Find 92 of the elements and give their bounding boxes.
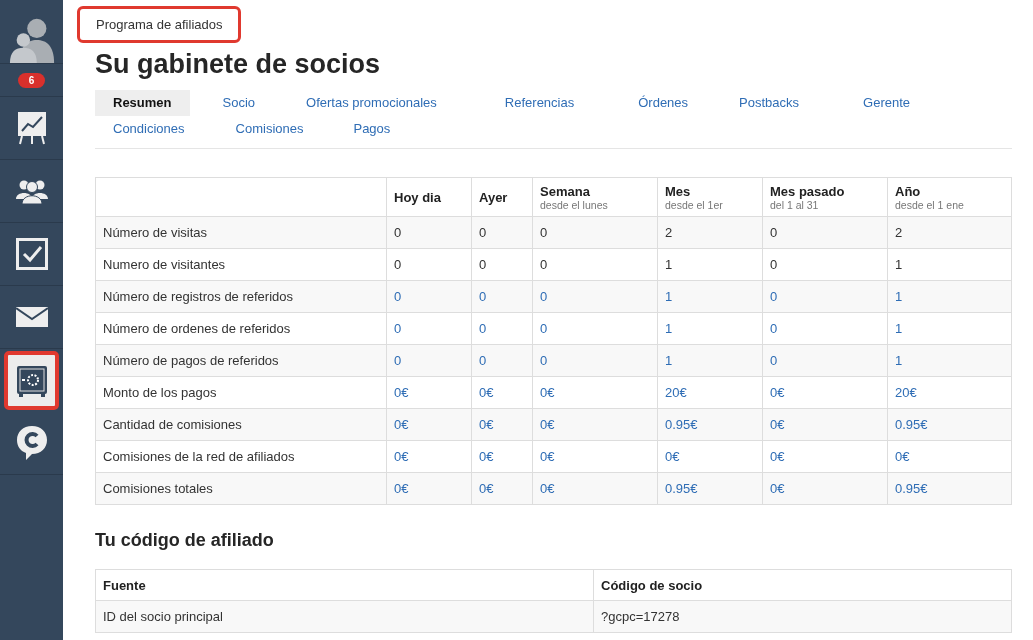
table-cell: 0 — [762, 248, 888, 281]
table-cell: Comisiones totales — [95, 472, 387, 505]
section-title: Tu código de afiliado — [95, 530, 275, 551]
table-cell: 2 — [657, 216, 763, 249]
link-cell[interactable]: 0.95€ — [657, 472, 763, 505]
sidebar-item[interactable] — [4, 351, 59, 410]
link-cell[interactable]: 0€ — [762, 376, 888, 409]
link-cell[interactable]: 0€ — [532, 440, 658, 473]
link-cell[interactable]: 0 — [532, 312, 658, 345]
link-cell[interactable]: 0€ — [471, 376, 533, 409]
link-cell[interactable]: 20€ — [887, 376, 1012, 409]
breadcrumb[interactable]: Programa de afiliados — [77, 6, 242, 43]
link-cell[interactable]: 0.95€ — [887, 408, 1012, 441]
table-cell: 0 — [386, 216, 472, 249]
tab[interactable]: Postbacks — [721, 90, 818, 116]
link-cell[interactable]: 0 — [471, 344, 533, 377]
table-cell: 1 — [657, 248, 763, 281]
link-cell[interactable]: 0€ — [532, 472, 658, 505]
link-cell[interactable]: 1 — [657, 344, 763, 377]
page-title: Su gabinete de socios — [95, 49, 382, 80]
column-header: Fuente — [95, 569, 594, 601]
table-cell: ID del socio principal — [95, 600, 594, 633]
table-cell: Número de ordenes de referidos — [95, 312, 387, 345]
link-cell[interactable]: 0€ — [386, 440, 472, 473]
link-cell[interactable]: 0€ — [762, 408, 888, 441]
table-cell: 0 — [386, 248, 472, 281]
link-cell[interactable]: 0€ — [471, 440, 533, 473]
column-header: Año desde el 1 ene — [887, 177, 1012, 217]
table-cell: 0 — [471, 216, 533, 249]
safe-icon — [15, 364, 48, 397]
column-header: Mes desde el 1er — [657, 177, 763, 217]
column-header: Ayer — [471, 177, 533, 217]
table-cell: 0 — [532, 216, 658, 249]
link-cell[interactable]: 0.95€ — [657, 408, 763, 441]
link-cell[interactable]: 0 — [762, 312, 888, 345]
table-cell: 0 — [762, 216, 888, 249]
column-header: Código de socio — [593, 569, 1012, 601]
link-cell[interactable]: 20€ — [657, 376, 763, 409]
tab[interactable]: Gerente — [845, 90, 929, 116]
link-cell[interactable]: 0€ — [762, 440, 888, 473]
table-cell: Número de pagos de referidos — [95, 344, 387, 377]
link-cell[interactable]: 1 — [887, 312, 1012, 345]
table-cell: Cantidad de comisiones — [95, 408, 387, 441]
checkbox-icon — [15, 238, 48, 270]
tab[interactable]: Referencias — [486, 90, 593, 116]
column-header: Semana desde el lunes — [532, 177, 658, 217]
link-cell[interactable]: 0 — [762, 280, 888, 313]
tab[interactable]: Órdenes — [620, 90, 707, 116]
link-cell[interactable]: 0 — [762, 344, 888, 377]
link-cell[interactable]: 0€ — [471, 408, 533, 441]
table-cell: 1 — [887, 248, 1012, 281]
link-cell[interactable]: 0 — [471, 312, 533, 345]
column-header: Mes pasado del 1 al 31 — [762, 177, 888, 217]
table-cell: 0 — [471, 248, 533, 281]
link-cell[interactable]: 1 — [657, 280, 763, 313]
link-cell[interactable]: 0 — [386, 312, 472, 345]
column-header: Hoy dia — [386, 177, 472, 217]
link-cell[interactable]: 1 — [887, 280, 1012, 313]
table-cell: Monto de los pagos — [95, 376, 387, 409]
table-cell: 0 — [532, 248, 658, 281]
link-cell[interactable]: 0 — [532, 280, 658, 313]
link-cell[interactable]: 0 — [532, 344, 658, 377]
link-cell[interactable]: 0.95€ — [887, 472, 1012, 505]
link-cell[interactable]: 0€ — [386, 408, 472, 441]
link-cell[interactable]: 0 — [386, 344, 472, 377]
link-cell[interactable]: 0 — [386, 280, 472, 313]
tab[interactable]: Socio — [204, 90, 274, 116]
link-cell[interactable]: 0€ — [887, 440, 1012, 473]
link-cell[interactable]: 0€ — [762, 472, 888, 505]
link-cell[interactable]: 0€ — [532, 408, 658, 441]
link-cell[interactable]: 0€ — [657, 440, 763, 473]
chat-bubble-icon — [15, 425, 48, 461]
table-cell: Numero de visitantes — [95, 248, 387, 281]
link-cell[interactable]: 1 — [657, 312, 763, 345]
notification-badge[interactable]: 6 — [17, 72, 46, 88]
table-cell: Comisiones de la red de afiliados — [95, 440, 387, 473]
tab[interactable]: Comisiones — [217, 116, 322, 142]
link-cell[interactable]: 0€ — [386, 472, 472, 505]
tab[interactable]: Ofertas promocionales — [288, 90, 455, 116]
link-cell[interactable]: 0€ — [532, 376, 658, 409]
link-cell[interactable]: 0€ — [471, 472, 533, 505]
tab[interactable]: Condiciones — [95, 116, 203, 142]
table-cell: ?gcpc=17278 — [593, 600, 1012, 633]
tab[interactable]: Pagos — [335, 116, 409, 142]
table-cell: 2 — [887, 216, 1012, 249]
envelope-icon — [15, 307, 48, 327]
link-cell[interactable]: 0€ — [386, 376, 472, 409]
table-cell: Número de registros de referidos — [95, 280, 387, 313]
link-cell[interactable]: 1 — [887, 344, 1012, 377]
table-cell: Número de visitas — [95, 216, 387, 249]
tab[interactable]: Resumen — [95, 90, 190, 116]
link-cell[interactable]: 0 — [471, 280, 533, 313]
